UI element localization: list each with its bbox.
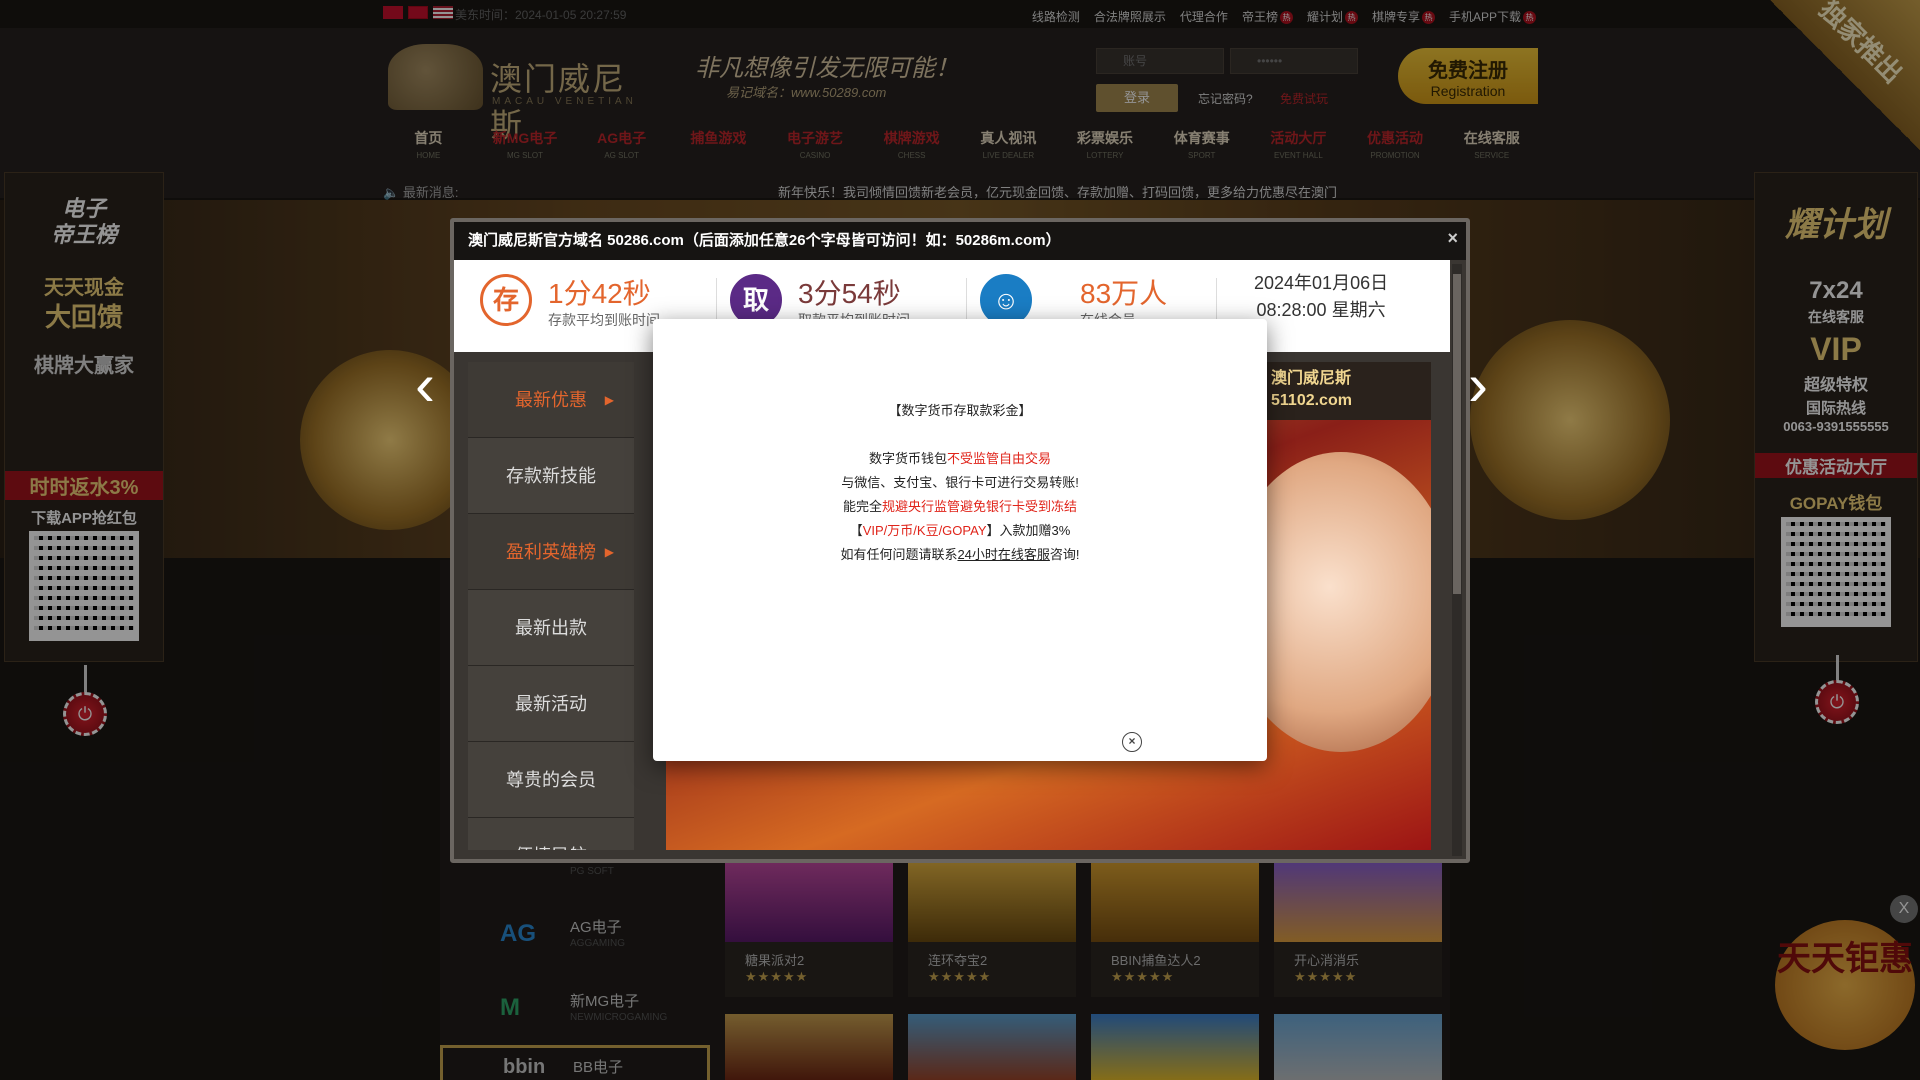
crypto-popup: 【数字货币存取款彩金】 数字货币钱包不受监管自由交易 与微信、支付宝、银行卡可进…	[653, 319, 1267, 761]
notice-scrollbar[interactable]	[1452, 264, 1462, 856]
notice-menu-item[interactable]: 便捷导航	[468, 818, 634, 850]
popup-line-1: 数字货币钱包不受监管自由交易	[653, 447, 1267, 471]
notice-close-icon[interactable]: ×	[1447, 228, 1458, 249]
notice-menu-label: 最新出款	[515, 618, 587, 638]
notice-menu-item[interactable]: 存款新技能	[468, 438, 634, 514]
current-date: 2024年01月06日	[1254, 273, 1389, 293]
promo-brand-name: 澳门威尼斯	[1271, 370, 1352, 387]
popup-highlight: 规避央行监管避免银行卡受到冻结	[882, 499, 1078, 514]
notice-title: 澳门威尼斯官方域名 50286.com（后面添加任意26个字母皆可访问！如：50…	[454, 222, 1466, 260]
popup-line-5: 如有任何问题请联系24小时在线客服咨询!	[653, 543, 1267, 567]
notice-menu-item[interactable]: 盈利英雄榜 ▶	[468, 514, 634, 590]
popup-text: 如有任何问题请联系	[840, 547, 958, 562]
stat-value: 1分42秒	[548, 278, 651, 309]
popup-text: 数字货币钱包	[868, 451, 947, 466]
notice-menu-item[interactable]: 尊贵的会员	[468, 742, 634, 818]
notice-menu-label: 便捷导航	[515, 846, 587, 850]
arrow-right-icon: ▶	[604, 393, 614, 407]
notice-menu-item[interactable]: 最新活动	[468, 666, 634, 742]
deposit-icon: 存	[480, 274, 532, 326]
popup-line-4: 【VIP/万币/K豆/GOPAY】入款加赠3%	[653, 519, 1267, 543]
promo-brand: 澳门威尼斯 51102.com	[1261, 362, 1431, 420]
notice-menu-label: 存款新技能	[506, 466, 596, 486]
promo-brand-domain: 51102.com	[1271, 392, 1352, 409]
popup-heading: 【数字货币存取款彩金】	[888, 403, 1032, 418]
arrow-right-icon: ▶	[604, 545, 614, 559]
notice-menu-item[interactable]: 最新优惠 ▶	[468, 362, 634, 438]
popup-highlight: VIP/万币/K豆/GOPAY	[862, 523, 987, 538]
popup-text: 】入款加赠3%	[986, 523, 1071, 538]
stat-value: 83万人	[1080, 278, 1168, 309]
popup-line-2: 与微信、支付宝、银行卡可进行交易转账!	[841, 475, 1079, 490]
popup-highlight: 不受监管自由交易	[947, 451, 1052, 466]
current-time: 08:28:00 星期六	[1256, 300, 1386, 320]
datetime-display: 2024年01月06日 08:28:00 星期六	[1254, 270, 1388, 324]
notice-menu-label: 最新活动	[515, 694, 587, 714]
popup-line-3: 能完全规避央行监管避免银行卡受到冻结	[653, 495, 1267, 519]
popup-text: 咨询!	[1049, 547, 1080, 562]
notice-menu-item[interactable]: 最新出款	[468, 590, 634, 666]
carousel-prev-icon[interactable]: ‹	[415, 355, 449, 415]
popup-close-icon[interactable]: ×	[1122, 732, 1142, 752]
scrollbar-thumb[interactable]	[1453, 274, 1461, 594]
stat-value: 3分54秒	[798, 278, 901, 309]
carousel-next-icon[interactable]: ›	[1468, 355, 1502, 415]
popup-body: 【数字货币存取款彩金】 数字货币钱包不受监管自由交易 与微信、支付宝、银行卡可进…	[653, 399, 1267, 567]
online-service-link[interactable]: 24小时在线客服	[957, 547, 1049, 562]
popup-text: 能完全	[842, 499, 882, 514]
notice-menu-label: 尊贵的会员	[506, 770, 596, 790]
notice-menu-label: 盈利英雄榜	[506, 542, 596, 562]
notice-menu: 最新优惠 ▶ 存款新技能盈利英雄榜 ▶ 最新出款最新活动尊贵的会员便捷导航	[468, 362, 634, 850]
stat-label: 存款平均到账时间	[548, 312, 660, 328]
notice-menu-label: 最新优惠	[515, 390, 587, 410]
popup-text: 【	[849, 523, 863, 538]
